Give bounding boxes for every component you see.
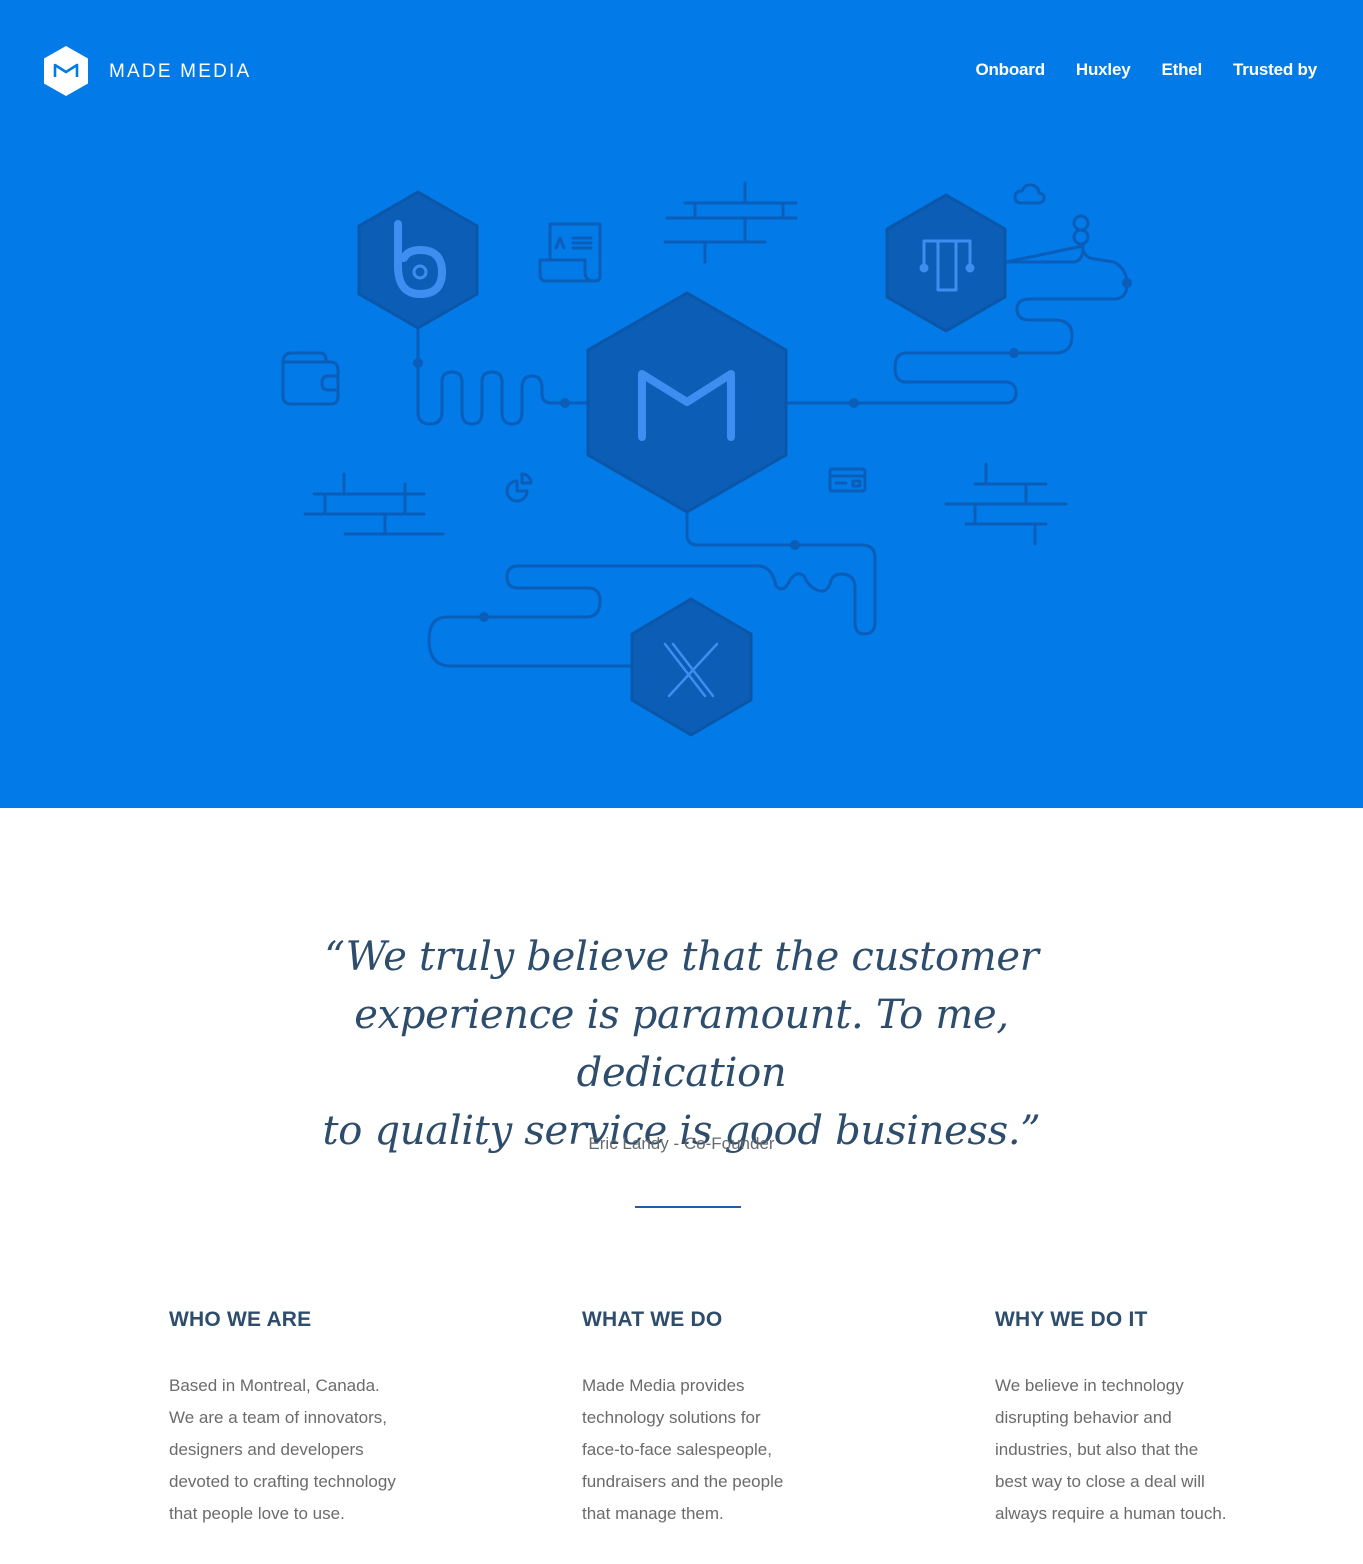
pie-chart-icon <box>505 472 533 503</box>
wallet-icon <box>281 351 340 406</box>
section-divider <box>635 1206 741 1208</box>
section-body-line: industries, but also that the <box>995 1440 1199 1459</box>
document-icon <box>538 222 602 283</box>
wire-b-to-m <box>416 326 590 426</box>
cloud-icon <box>1013 183 1046 205</box>
section-body-line: Made Media provides <box>582 1376 745 1395</box>
section-body-line: fundraisers and the people <box>582 1472 784 1491</box>
made-media-hexagon-icon <box>586 291 788 514</box>
section-title: WHAT WE DO <box>582 1308 723 1331</box>
brick-lines-icon <box>303 472 445 536</box>
section-who-we-are: WHO WE ARE Based in Montreal, Canada. We… <box>169 1306 469 1530</box>
section-body-line: that manage them. <box>582 1504 724 1523</box>
network-illustration <box>281 181 1132 737</box>
section-what-we-do: WHAT WE DO Made Media provides technolog… <box>582 1306 882 1530</box>
hero-section: MADE MEDIA Onboard Huxley Ethel Trusted … <box>0 0 1363 808</box>
x-app-hexagon-icon <box>630 597 753 737</box>
credit-card-icon <box>828 467 867 493</box>
section-body: Made Media provides technology solutions… <box>582 1370 882 1530</box>
brick-lines-icon <box>663 181 798 264</box>
brick-lines-icon <box>944 462 1068 546</box>
section-body-line: technology solutions for <box>582 1408 761 1427</box>
quote-author: Eric Landy - Co-Founder <box>588 1134 775 1153</box>
section-title: WHO WE ARE <box>169 1308 312 1331</box>
b-app-hexagon-icon <box>357 190 479 330</box>
section-title: WHY WE DO IT <box>995 1308 1148 1331</box>
quote-line: “We truly believe that the customer <box>324 934 1039 980</box>
section-body-line: always require a human touch. <box>995 1504 1227 1523</box>
section-body-line: disrupting behavior and <box>995 1408 1172 1427</box>
testimonial-quote: “We truly believe that the customer expe… <box>250 928 1113 1160</box>
quote-line: experience is paramount. To me, dedicati… <box>354 992 1009 1096</box>
section-body-line: We are a team of innovators, <box>169 1408 387 1427</box>
section-body-line: that people love to use. <box>169 1504 345 1523</box>
section-body: Based in Montreal, Canada. We are a team… <box>169 1370 469 1530</box>
section-why-we-do-it: WHY WE DO IT We believe in technology di… <box>995 1306 1295 1530</box>
section-body-line: face-to-face salespeople, <box>582 1440 772 1459</box>
section-body-line: We believe in technology <box>995 1376 1184 1395</box>
t-app-hexagon-icon <box>885 193 1007 333</box>
balloon-icon <box>1072 214 1090 246</box>
section-body-line: Based in Montreal, Canada. <box>169 1376 380 1395</box>
section-body-line: best way to close a deal will <box>995 1472 1205 1491</box>
section-body-line: designers and developers <box>169 1440 364 1459</box>
section-body: We believe in technology disrupting beha… <box>995 1370 1295 1530</box>
section-body-line: devoted to crafting technology <box>169 1472 396 1491</box>
